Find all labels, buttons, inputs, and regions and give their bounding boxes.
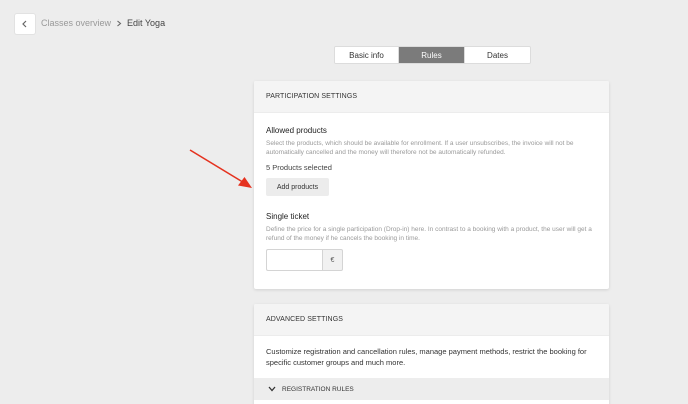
card-header: ADVANCED SETTINGS bbox=[254, 304, 609, 336]
currency-addon: € bbox=[322, 249, 343, 271]
products-selected-count: 5 Products selected bbox=[266, 163, 332, 172]
registration-rules-label: REGISTRATION RULES bbox=[282, 385, 354, 393]
chevron-left-icon bbox=[22, 20, 27, 28]
chevron-right-icon bbox=[116, 20, 122, 27]
chevron-down-icon bbox=[268, 386, 276, 392]
back-button[interactable] bbox=[15, 14, 35, 34]
card-header: PARTICIPATION SETTINGS bbox=[254, 81, 609, 113]
annotation-arrow-icon bbox=[189, 149, 252, 188]
tab-rules[interactable]: Rules bbox=[398, 47, 464, 63]
price-input[interactable] bbox=[266, 249, 322, 271]
advanced-settings-description: Customize registration and cancellation … bbox=[266, 347, 587, 367]
page: Classes overview Edit Yoga Basic info Ru… bbox=[0, 0, 688, 404]
price-field: € bbox=[266, 249, 597, 271]
tab-dates[interactable]: Dates bbox=[464, 47, 530, 63]
allowed-products-title: Allowed products bbox=[266, 126, 327, 135]
add-products-button[interactable]: Add products bbox=[266, 178, 329, 196]
breadcrumb: Classes overview Edit Yoga bbox=[41, 18, 165, 28]
advanced-settings-card: ADVANCED SETTINGS Customize registration… bbox=[254, 304, 609, 404]
allowed-products-description: Select the products, which should be ava… bbox=[266, 140, 574, 156]
participation-settings-card: PARTICIPATION SETTINGS Allowed products … bbox=[254, 81, 609, 289]
single-ticket-description: Define the price for a single participat… bbox=[266, 226, 592, 242]
breadcrumb-current: Edit Yoga bbox=[127, 18, 166, 28]
registration-rules-toggle[interactable]: REGISTRATION RULES bbox=[254, 378, 609, 400]
breadcrumb-parent-link[interactable]: Classes overview bbox=[41, 18, 111, 28]
tab-basic-info[interactable]: Basic info bbox=[335, 47, 398, 63]
tab-bar: Basic info Rules Dates bbox=[334, 46, 531, 64]
single-ticket-title: Single ticket bbox=[266, 212, 310, 221]
